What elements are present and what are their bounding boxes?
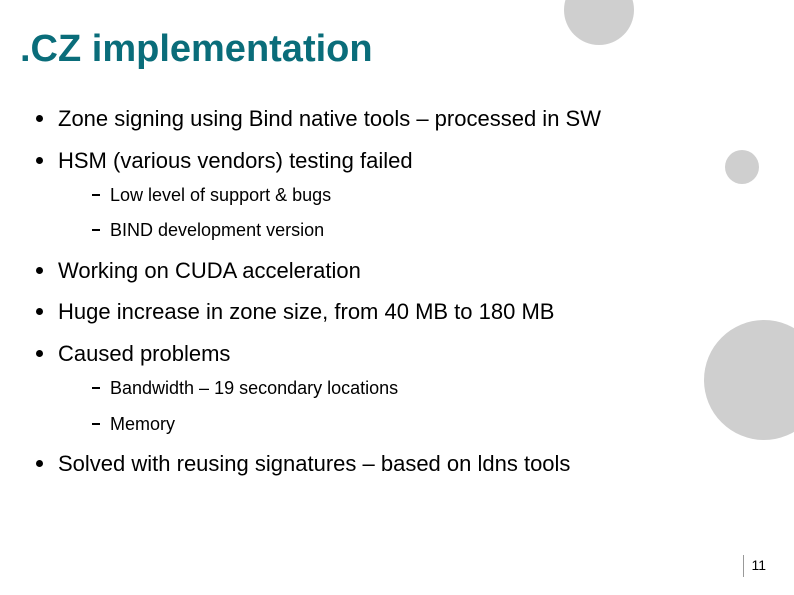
bullet-item: Huge increase in zone size, from 40 MB t… [30, 298, 734, 326]
bullet-item: Caused problems Bandwidth – 19 secondary… [30, 340, 734, 436]
bullet-text: HSM (various vendors) testing failed [58, 148, 413, 173]
page-number-divider [743, 555, 744, 577]
page-number: 11 [751, 557, 766, 573]
bullet-item: Solved with reusing signatures – based o… [30, 450, 734, 478]
bullet-item: Zone signing using Bind native tools – p… [30, 105, 734, 133]
slide-content: Zone signing using Bind native tools – p… [30, 105, 734, 492]
bullet-list: Zone signing using Bind native tools – p… [30, 105, 734, 478]
slide: .CZ implementation Zone signing using Bi… [0, 0, 794, 595]
sub-bullet-list: Low level of support & bugs BIND develop… [58, 184, 734, 243]
decor-circle-top [564, 0, 634, 45]
bullet-item: HSM (various vendors) testing failed Low… [30, 147, 734, 243]
sub-bullet-item: Memory [88, 413, 734, 436]
slide-title: .CZ implementation [20, 28, 373, 71]
sub-bullet-item: Low level of support & bugs [88, 184, 734, 207]
bullet-item: Working on CUDA acceleration [30, 257, 734, 285]
sub-bullet-item: Bandwidth – 19 secondary locations [88, 377, 734, 400]
sub-bullet-list: Bandwidth – 19 secondary locations Memor… [58, 377, 734, 436]
sub-bullet-item: BIND development version [88, 219, 734, 242]
bullet-text: Caused problems [58, 341, 230, 366]
